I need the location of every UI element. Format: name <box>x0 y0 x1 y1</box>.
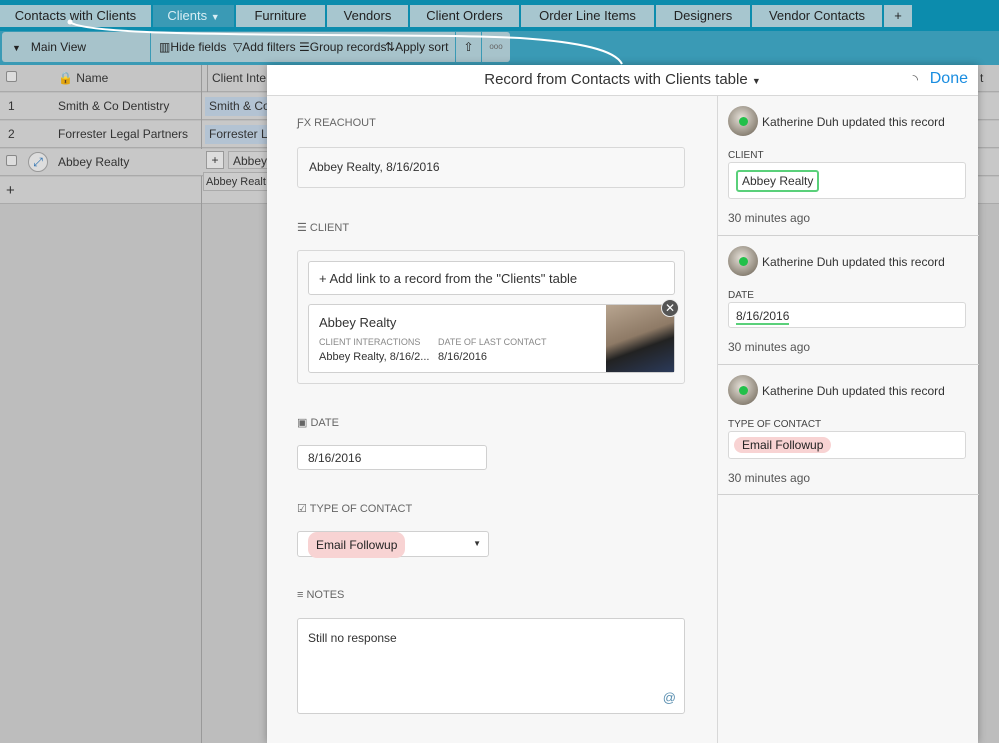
annotation-arrow <box>67 19 623 65</box>
